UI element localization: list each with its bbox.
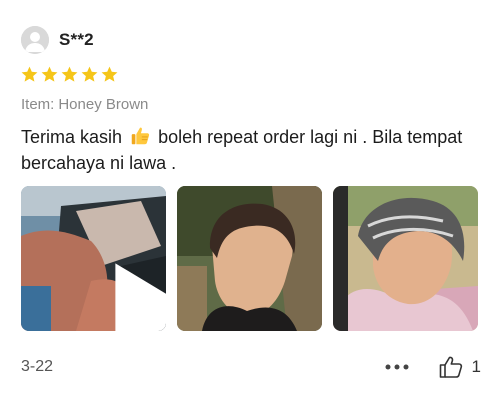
star-icon [101, 66, 118, 82]
star-icon [21, 66, 38, 82]
star-icon [41, 66, 58, 82]
review-header: S**2 [21, 26, 94, 54]
review-footer: 3-22 1 [21, 354, 481, 380]
username: S**2 [59, 30, 94, 49]
thumbs-up-emoji-icon [131, 127, 150, 145]
review-card: S**2 Item: Honey Brown Terima kasih boleh… [0, 0, 498, 402]
star-icon [61, 66, 78, 82]
item-variant: Item: Honey Brown [21, 96, 148, 113]
star-icon [81, 66, 98, 82]
avatar[interactable] [21, 26, 49, 54]
like-count: 1 [471, 357, 481, 376]
star-rating [20, 65, 119, 84]
review-photo-image [177, 186, 322, 331]
like-button[interactable]: 1 [438, 354, 481, 380]
review-photo[interactable] [177, 186, 322, 331]
media-gallery [21, 186, 478, 331]
review-photo-image [333, 186, 478, 331]
review-text-start: Terima kasih [21, 127, 123, 147]
more-dots-icon[interactable] [384, 363, 410, 371]
item-label: Item: [21, 96, 55, 113]
thumbs-up-outline-icon [439, 356, 462, 378]
user-icon [21, 26, 49, 54]
play-icon [114, 262, 166, 331]
video-thumbnail[interactable] [21, 186, 166, 331]
review-photo[interactable] [333, 186, 478, 331]
item-value: Honey Brown [58, 96, 149, 113]
review-date: 3-22 [21, 358, 54, 375]
review-actions: 1 [384, 354, 481, 380]
review-text: Terima kasih boleh repeat order lagi ni … [21, 124, 481, 176]
